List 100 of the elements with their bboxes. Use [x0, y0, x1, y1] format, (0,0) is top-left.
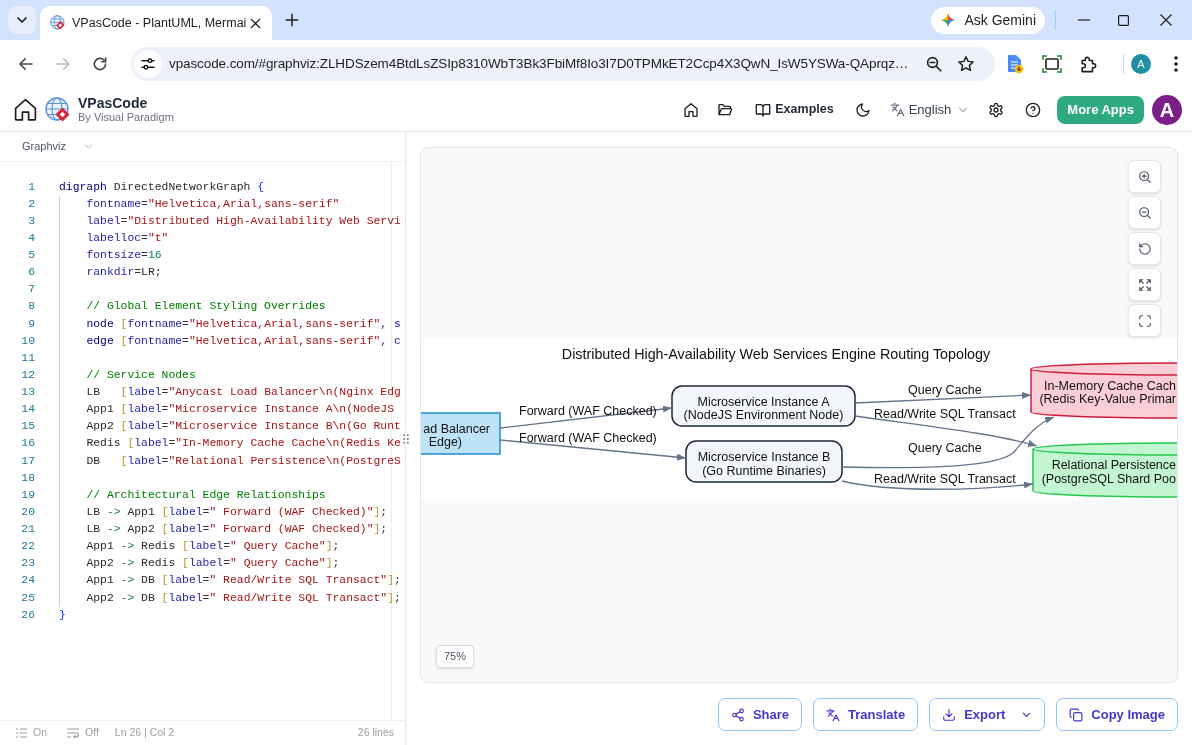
code-line: // Global Element Styling Overrides	[86, 299, 326, 315]
address-bar[interactable]: vpascode.com/#graphviz:ZLHDSzem4BtdLsZSIp8310WbT3Bk3FbiMf8Io3I7D0TPMkET2Ccp4X3QwN_IsW5YSWa-QAprqz…	[131, 47, 995, 81]
screen-capture-icon[interactable]	[1041, 55, 1062, 73]
line-number: 11	[20, 350, 35, 366]
code-line: App2 -> Redis [label=" Query Cache"];	[86, 556, 340, 572]
line-number: 14	[20, 402, 35, 418]
share-icon	[730, 707, 745, 722]
zoom-out-button[interactable]	[1128, 196, 1161, 229]
zoom-in-button[interactable]	[1128, 160, 1161, 193]
help-icon[interactable]	[1025, 101, 1042, 118]
code-line: digraph DirectedNetworkGraph {	[59, 179, 265, 195]
fit-to-screen-button[interactable]	[1128, 268, 1161, 301]
maximize-icon	[1117, 14, 1129, 26]
line-number: 16	[20, 436, 35, 452]
user-avatar[interactable]: A	[1152, 94, 1182, 125]
brand-tagline: By Visual Paradigm	[78, 112, 174, 123]
line-number: 22	[20, 539, 35, 555]
line-count: 26 lines	[357, 725, 394, 741]
code-line: App2 [label="Microservice Instance B\n(Go Runt	[86, 419, 401, 435]
ask-gemini-button[interactable]: Ask Gemini	[931, 6, 1045, 34]
language-selector[interactable]: English	[883, 95, 975, 124]
examples-button[interactable]: Examples	[748, 95, 841, 124]
line-number: 18	[20, 470, 35, 486]
zoom-icon[interactable]	[925, 55, 943, 73]
download-icon	[942, 707, 957, 722]
sparkle-icon	[940, 12, 957, 28]
code-line: edge [fontname="Helvetica,Arial,sans-serif", c	[86, 333, 401, 349]
browser-tab[interactable]: VPasCode - PlantUML, Mermai	[40, 6, 272, 40]
edge-label: Forward (WAF Checked)	[519, 403, 657, 418]
list-indent-icon	[16, 728, 27, 738]
edge-label: Read/Write SQL Transact	[874, 471, 1016, 486]
code-line: label="Distributed High-Availability Web Servi	[86, 213, 401, 229]
drag-handle-icon[interactable]	[402, 433, 409, 444]
code-line: fontsize=16	[86, 248, 162, 263]
logo-icon	[45, 96, 71, 123]
line-number: 12	[20, 367, 35, 383]
translate-button[interactable]: Translate	[813, 698, 919, 731]
chevron-down-icon	[84, 142, 94, 151]
fullscreen-icon	[1137, 313, 1152, 328]
line-number: 23	[20, 556, 35, 572]
code-line: DB [label="Relational Persistence\n(PostgreS	[86, 453, 401, 469]
copy-image-button[interactable]: Copy Image	[1056, 698, 1178, 731]
home-icon[interactable]	[683, 101, 700, 118]
close-icon	[1159, 14, 1172, 26]
url-text[interactable]: vpascode.com/#graphviz:ZLHDSzem4BtdLsZSIp8310WbT3Bk3FbiMf8Io3I7D0TPMkET2Ccp4X3QwN_IsW5YSWa-QAprqz…	[169, 53, 909, 75]
share-button[interactable]: Share	[717, 698, 803, 731]
code-line: fontname="Helvetica,Arial,sans-serif"	[86, 196, 340, 212]
line-number: 15	[20, 419, 35, 435]
code-line: App2 -> DB [label=" Read/Write SQL Transact"];	[86, 590, 401, 606]
code-line: LB -> App1 [label=" Forward (WAF Checked)"];	[86, 504, 388, 520]
zoom-in-icon	[1137, 169, 1152, 184]
settings-icon[interactable]	[988, 101, 1005, 118]
edge-label: Forward (WAF Checked)	[519, 430, 657, 445]
line-number: 9	[27, 316, 35, 332]
puzzle-icon[interactable]	[1078, 54, 1098, 74]
rounded-node: Microservice Instance B (Go Runtime Binaries)	[685, 440, 843, 483]
home-icon[interactable]	[13, 97, 38, 122]
moon-icon[interactable]	[854, 101, 871, 118]
edge-label: Read/Write SQL Transact	[874, 406, 1016, 421]
back-arrow-icon[interactable]	[17, 55, 35, 73]
line-number: 26	[20, 607, 35, 623]
code-line: // Architectural Edge Relationships	[86, 487, 326, 503]
site-info-icon[interactable]	[134, 50, 162, 78]
line-number: 2	[27, 196, 35, 212]
code-line: Redis [label="In-Memory Cache Cache\n(Redis Ke	[86, 436, 401, 452]
favicon-icon	[50, 15, 66, 31]
menu-icon[interactable]	[1174, 56, 1178, 72]
document-download-icon[interactable]	[1006, 54, 1024, 74]
translate-icon	[889, 102, 905, 117]
tab-search-button[interactable]	[8, 6, 36, 34]
rounded-node: Microservice Instance A (NodeJS Environment Node)	[671, 385, 856, 427]
line-number: 21	[20, 522, 35, 537]
tab-title: VPasCode - PlantUML, Mermai	[72, 14, 247, 32]
export-button[interactable]: Export	[929, 698, 1046, 731]
code-line: App1 -> Redis [label=" Query Cache"];	[86, 539, 340, 555]
copy-icon	[1069, 707, 1084, 722]
close-icon	[249, 17, 261, 29]
plus-icon	[285, 13, 299, 27]
zoom-out-icon	[1137, 205, 1152, 220]
language-dropdown[interactable]: Graphviz	[20, 134, 96, 159]
reset-view-button[interactable]	[1128, 232, 1161, 265]
reload-icon[interactable]	[91, 55, 109, 73]
code-line: LB -> App2 [label=" Forward (WAF Checked)"];	[86, 522, 388, 537]
line-number: 3	[27, 213, 35, 229]
line-number: 1	[27, 179, 35, 195]
edge-label: Query Cache	[908, 382, 982, 397]
line-number: 25	[20, 590, 35, 606]
translate-icon	[826, 707, 841, 722]
line-number: 10	[20, 333, 35, 349]
brand-name: VPasCode	[78, 96, 149, 110]
code-line: App1 -> DB [label=" Read/Write SQL Transact"];	[86, 573, 401, 589]
star-icon[interactable]	[957, 55, 975, 73]
cursor-position: Ln 26 | Col 2	[114, 725, 175, 741]
profile-avatar[interactable]: A	[1131, 54, 1151, 74]
line-number: 5	[27, 248, 35, 263]
line-number: 24	[20, 573, 35, 589]
code-line: node [fontname="Helvetica,Arial,sans-serif", s	[86, 316, 401, 332]
fullscreen-button[interactable]	[1128, 304, 1161, 337]
code-line: rankdir=LR;	[86, 265, 162, 281]
folder-icon[interactable]	[717, 101, 734, 118]
